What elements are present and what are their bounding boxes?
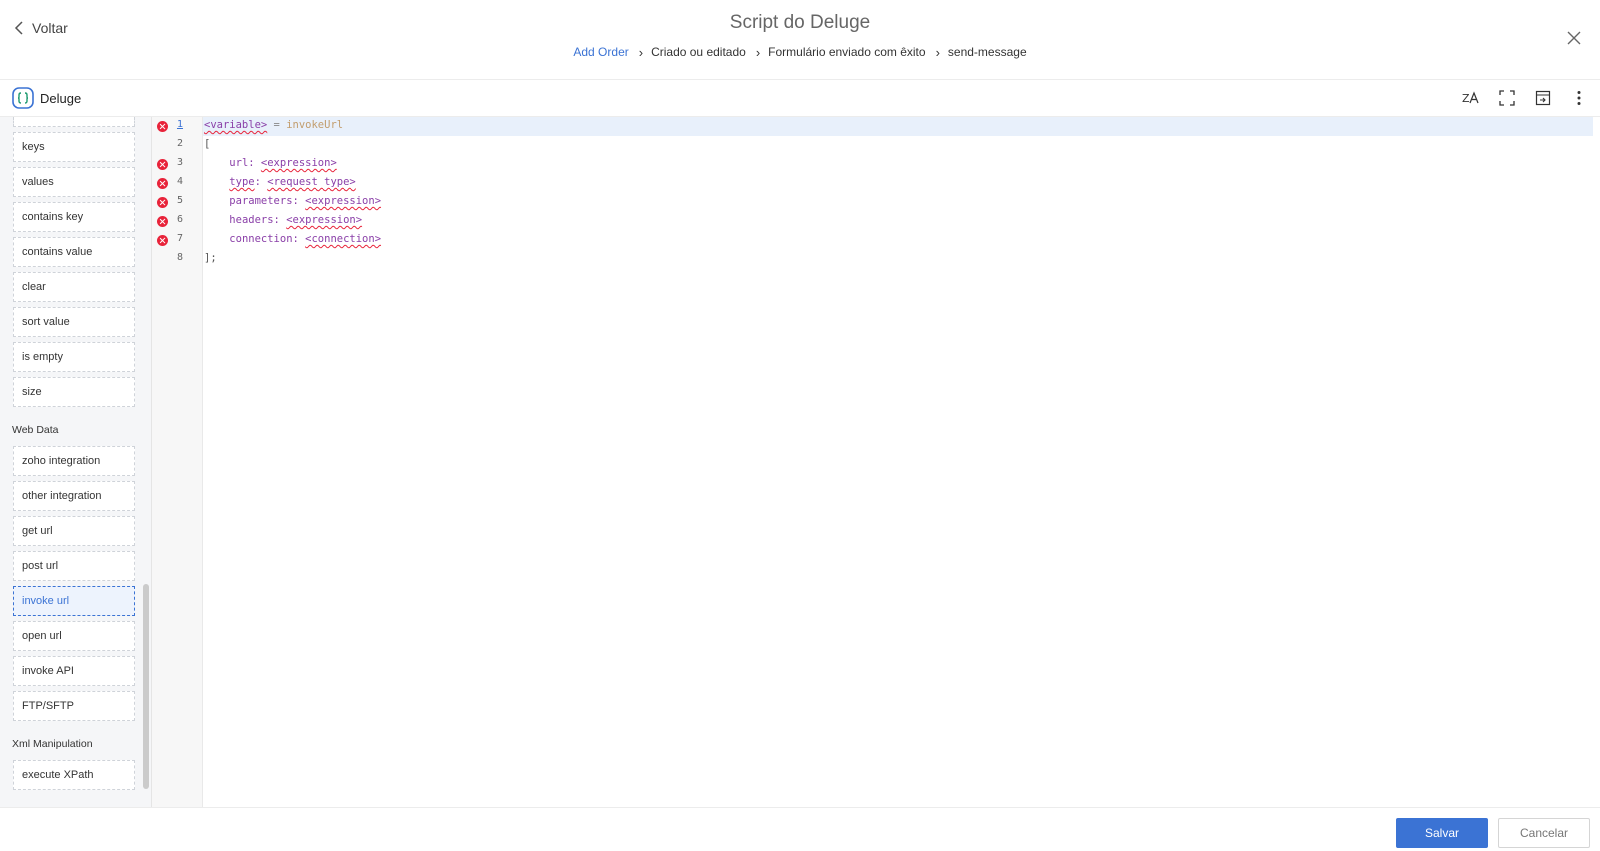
line-number: 8 <box>176 252 184 263</box>
line-number: 3 <box>176 157 184 168</box>
snippet-item-partial[interactable] <box>13 117 135 127</box>
code-line[interactable]: 5 parameters: <expression> <box>152 193 1600 212</box>
snippet-get-url[interactable]: get url <box>13 516 135 546</box>
function-token: invokeUrl <box>286 119 344 131</box>
error-icon[interactable] <box>157 178 168 189</box>
snippet-other-integration[interactable]: other integration <box>13 481 135 511</box>
save-button[interactable]: Salvar <box>1396 818 1488 848</box>
header: Voltar Script do Deluge Add Order › Cria… <box>0 0 1600 80</box>
translate-icon[interactable]: Z <box>1460 87 1482 109</box>
code-line[interactable]: 4 type: <request type> <box>152 174 1600 193</box>
line-number: 6 <box>176 214 184 225</box>
svg-text:Z: Z <box>1462 92 1470 105</box>
error-icon[interactable] <box>157 197 168 208</box>
section-heading-web-data: Web Data <box>12 424 59 436</box>
more-vertical-icon[interactable] <box>1568 87 1590 109</box>
snippet-zoho-integration[interactable]: zoho integration <box>13 446 135 476</box>
editor-toolbar: Deluge Z <box>0 80 1600 117</box>
sidebar-scrollbar[interactable] <box>143 584 149 789</box>
deluge-logo-icon <box>12 87 34 109</box>
line-number: 5 <box>176 195 184 206</box>
line-number: 2 <box>176 138 184 149</box>
placeholder-token[interactable]: <expression> <box>286 214 362 226</box>
panel-toggle-icon[interactable] <box>1532 87 1554 109</box>
code-line[interactable]: 1 <variable> = invokeUrl <box>152 117 1600 136</box>
breadcrumb-item-form[interactable]: Add Order <box>571 45 630 59</box>
snippet-post-url[interactable]: post url <box>13 551 135 581</box>
footer: Salvar Cancelar <box>0 807 1600 851</box>
line-number: 7 <box>176 233 184 244</box>
code-line[interactable]: 8 ]; <box>152 250 1600 269</box>
placeholder-token[interactable]: <request type> <box>267 176 356 188</box>
chevron-right-icon: › <box>638 45 644 60</box>
error-icon[interactable] <box>157 159 168 170</box>
fullscreen-icon[interactable] <box>1496 87 1518 109</box>
code-line[interactable]: 7 connection: <connection> <box>152 231 1600 250</box>
placeholder-token[interactable]: <expression> <box>261 157 337 169</box>
snippet-ftp-sftp[interactable]: FTP/SFTP <box>13 691 135 721</box>
error-icon[interactable] <box>157 216 168 227</box>
chevron-right-icon: › <box>755 45 761 60</box>
placeholder-token[interactable]: <expression> <box>305 195 381 207</box>
breadcrumb-item-workflow: send-message <box>947 44 1027 59</box>
page-title: Script do Deluge <box>729 12 871 33</box>
snippet-is-empty[interactable]: is empty <box>13 342 135 372</box>
line-number: 1 <box>176 119 184 130</box>
snippet-execute-xpath[interactable]: execute XPath <box>13 760 135 790</box>
deluge-logo: Deluge <box>12 87 81 109</box>
breadcrumb-item-event: Formulário enviado com êxito <box>768 44 926 59</box>
snippet-invoke-url[interactable]: invoke url <box>13 586 135 616</box>
section-heading-xml: Xml Manipulation <box>12 738 93 750</box>
snippet-open-url[interactable]: open url <box>13 621 135 651</box>
code-line[interactable]: 2 [ <box>152 136 1600 155</box>
code-editor[interactable]: 1 <variable> = invokeUrl 2 [ 3 url: <exp… <box>152 117 1600 807</box>
snippet-sort-value[interactable]: sort value <box>13 307 135 337</box>
placeholder-token[interactable]: <connection> <box>305 233 381 245</box>
error-icon[interactable] <box>157 121 168 132</box>
deluge-label: Deluge <box>40 90 82 106</box>
snippet-keys[interactable]: keys <box>13 132 135 162</box>
cancel-button[interactable]: Cancelar <box>1498 818 1590 848</box>
close-icon[interactable] <box>1566 30 1582 46</box>
snippet-invoke-api[interactable]: invoke API <box>13 656 135 686</box>
snippet-size[interactable]: size <box>13 377 135 407</box>
chevron-right-icon: › <box>935 45 940 60</box>
snippet-values[interactable]: values <box>13 167 135 197</box>
snippet-sidebar[interactable]: keys values contains key contains value … <box>0 117 152 807</box>
placeholder-token[interactable]: <variable> <box>204 119 267 131</box>
line-number: 4 <box>176 176 184 187</box>
snippet-clear[interactable]: clear <box>13 272 135 302</box>
code-line[interactable]: 3 url: <expression> <box>152 155 1600 174</box>
snippet-contains-value[interactable]: contains value <box>13 237 135 267</box>
error-icon[interactable] <box>157 235 168 246</box>
breadcrumb-item-trigger: Criado ou editado <box>651 44 746 59</box>
snippet-contains-key[interactable]: contains key <box>13 202 135 232</box>
code-line[interactable]: 6 headers: <expression> <box>152 212 1600 231</box>
breadcrumb: Add Order › Criado ou editado › Formulár… <box>0 44 1600 61</box>
